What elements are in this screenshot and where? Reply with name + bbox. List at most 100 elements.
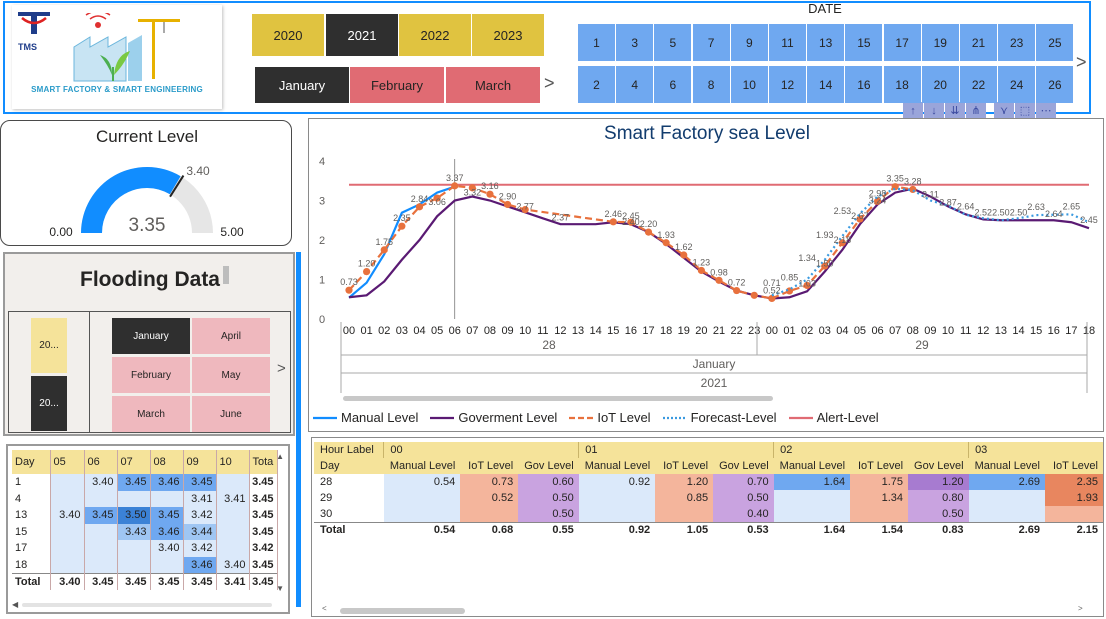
x-tick-label: 17 — [642, 325, 654, 337]
year-tile-2023[interactable]: 2023 — [472, 14, 544, 56]
flood-col-header[interactable]: Tota — [249, 450, 278, 474]
flood-col-header[interactable]: Day — [12, 450, 51, 474]
date-next-arrow-icon[interactable]: > — [1076, 52, 1087, 73]
year-tile-2020[interactable]: 2020 — [252, 14, 324, 56]
legend-item[interactable]: Forecast-Level — [662, 410, 777, 425]
legend-item[interactable]: Goverment Level — [430, 410, 557, 425]
hourly-value-cell: 0.70 — [713, 474, 774, 490]
flood-cell: 3.41 — [216, 490, 250, 507]
date-tile-5[interactable]: 5 — [654, 24, 692, 61]
hourly-scroll-left-icon[interactable]: < — [322, 604, 327, 613]
date-tile-16[interactable]: 16 — [845, 66, 883, 103]
matrix-scroll-up-icon[interactable]: ▲ — [276, 452, 284, 461]
date-tile-21[interactable]: 21 — [960, 24, 997, 61]
flood-month-june[interactable]: June — [192, 396, 270, 432]
hour-group-header[interactable]: 02 — [773, 442, 969, 458]
flood-cell — [216, 507, 250, 524]
hourly-matrix-h-scrollbar[interactable] — [340, 608, 465, 614]
flood-matrix-h-scrollbar[interactable] — [22, 603, 272, 607]
date-slicer-title: DATE — [808, 1, 842, 16]
flood-month-may[interactable]: May — [192, 357, 270, 393]
chart-h-scrollbar[interactable] — [343, 396, 773, 401]
hour-group-header[interactable]: 01 — [578, 442, 774, 458]
measure-header[interactable]: IoT Level — [655, 458, 714, 474]
matrix-scroll-left-icon[interactable]: ◀ — [12, 600, 18, 609]
date-tile-7[interactable]: 7 — [692, 24, 730, 61]
flood-cell: 3.40 — [150, 540, 184, 557]
date-tile-14[interactable]: 14 — [807, 66, 845, 103]
measure-header[interactable]: IoT Level — [1045, 458, 1103, 474]
measure-header[interactable]: Manual Level — [773, 458, 851, 474]
data-label: 2.52 — [975, 207, 993, 217]
matrix-scroll-down-icon[interactable]: ▼ — [276, 584, 284, 593]
month-tile-march[interactable]: March — [446, 67, 540, 103]
date-tile-18[interactable]: 18 — [883, 66, 921, 103]
date-tile-22[interactable]: 22 — [960, 66, 997, 103]
month-tile-january[interactable]: January — [255, 67, 349, 103]
flood-cell: 3.42 — [249, 540, 278, 557]
date-tile-23[interactable]: 23 — [998, 24, 1036, 61]
legend-item[interactable]: Manual Level — [313, 410, 418, 425]
flood-col-header[interactable]: 10 — [216, 450, 250, 474]
measure-header[interactable]: Manual Level — [968, 458, 1045, 474]
data-label: 1.75 — [375, 237, 393, 247]
month-tile-february[interactable]: February — [350, 67, 444, 103]
flood-cell: 3.46 — [183, 556, 217, 573]
date-tile-1[interactable]: 1 — [578, 24, 615, 61]
flood-col-header[interactable]: 08 — [150, 450, 184, 474]
legend-item[interactable]: Alert-Level — [788, 410, 879, 425]
date-tile-24[interactable]: 24 — [998, 66, 1036, 103]
year-tile-2021[interactable]: 2021 — [326, 14, 398, 56]
date-tile-6[interactable]: 6 — [654, 66, 692, 103]
date-tile-4[interactable]: 4 — [616, 66, 654, 103]
iot-marker — [451, 182, 459, 190]
data-label: 1.34 — [798, 253, 816, 263]
measure-header[interactable]: Manual Level — [578, 458, 656, 474]
measure-header[interactable]: IoT Level — [460, 458, 519, 474]
date-tile-8[interactable]: 8 — [692, 66, 730, 103]
date-tile-25[interactable]: 25 — [1036, 24, 1074, 61]
year-tile-2022[interactable]: 2022 — [399, 14, 471, 56]
date-tile-3[interactable]: 3 — [616, 24, 654, 61]
measure-header[interactable]: Gov Level — [518, 458, 579, 474]
y-tick-label: 3 — [319, 196, 325, 208]
flood-year-tile-2[interactable]: 20... — [31, 376, 67, 431]
legend-item[interactable]: IoT Level — [569, 410, 651, 425]
hourly-scroll-right-icon[interactable]: > — [1078, 604, 1083, 613]
flood-col-header[interactable]: 06 — [84, 450, 118, 474]
date-tile-26[interactable]: 26 — [1036, 66, 1074, 103]
date-tile-13[interactable]: 13 — [807, 24, 845, 61]
flood-month-next-arrow-icon[interactable]: > — [277, 360, 286, 377]
flood-month-february[interactable]: February — [112, 357, 190, 393]
flood-col-header[interactable]: 05 — [50, 450, 85, 474]
date-tile-19[interactable]: 19 — [921, 24, 959, 61]
sea-level-line-chart[interactable]: 0123400 01 02 03 04 05 06 07 08 09 10 11 12 13 14 15 16 1… — [309, 119, 1105, 433]
flood-cell — [150, 490, 184, 507]
flood-month-march[interactable]: March — [112, 396, 190, 432]
flood-month-january[interactable]: January — [112, 318, 190, 354]
hourly-day-cell: Total — [314, 521, 384, 538]
flood-col-header[interactable]: 07 — [117, 450, 151, 474]
measure-header[interactable]: IoT Level — [850, 458, 909, 474]
flood-col-header[interactable]: 09 — [183, 450, 217, 474]
measure-header[interactable]: Manual Level — [383, 458, 461, 474]
date-tile-9[interactable]: 9 — [730, 24, 768, 61]
flood-year-tile-1[interactable]: 20... — [31, 318, 67, 373]
date-tile-10[interactable]: 10 — [730, 66, 768, 103]
flood-matrix[interactable]: Day 05 06 07 08 09 10 Tota 1 3.40 3.45 3.46 3.45 3.45… — [6, 444, 290, 614]
hour-group-header[interactable]: 03 — [968, 442, 1103, 458]
hourly-level-matrix[interactable]: Hour Label 00 01 02 03 Day Manual Level IoT Lev… — [311, 437, 1104, 617]
measure-header[interactable]: Gov Level — [713, 458, 774, 474]
data-label: 2.64 — [1045, 209, 1063, 219]
date-tile-17[interactable]: 17 — [883, 24, 921, 61]
month-next-arrow-icon[interactable]: > — [544, 73, 555, 94]
hour-group-header[interactable]: 00 — [383, 442, 579, 458]
date-tile-15[interactable]: 15 — [845, 24, 883, 61]
date-tile-20[interactable]: 20 — [921, 66, 959, 103]
date-tile-12[interactable]: 12 — [769, 66, 806, 103]
date-tile-2[interactable]: 2 — [578, 66, 615, 103]
measure-header[interactable]: Gov Level — [908, 458, 969, 474]
flood-month-april[interactable]: April — [192, 318, 270, 354]
date-tile-11[interactable]: 11 — [769, 24, 806, 61]
hourly-value-cell: 1.93 — [1045, 490, 1103, 506]
